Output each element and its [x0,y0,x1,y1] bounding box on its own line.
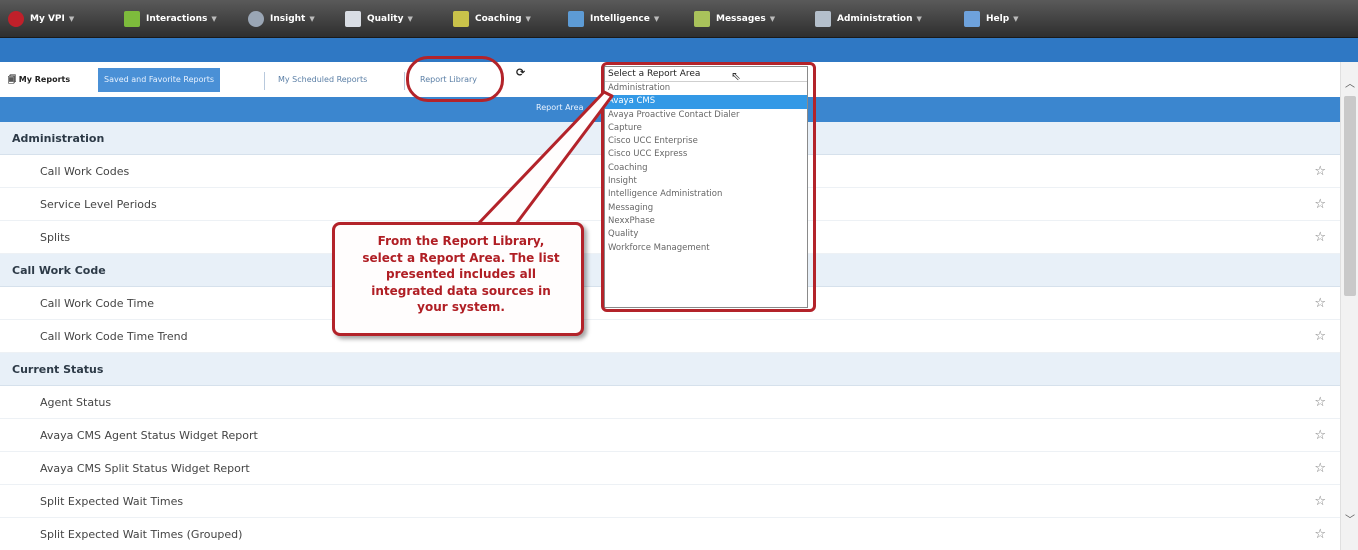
report-row[interactable]: Avaya CMS Agent Status Widget Report ☆ [0,419,1340,452]
help-book-icon [964,11,980,27]
tab-divider [264,72,265,90]
tab-scheduled-reports[interactable]: My Scheduled Reports [272,68,373,92]
annotation-box-dropdown [601,62,816,312]
chevron-down-icon: ▼ [525,15,531,23]
favorite-star-icon[interactable]: ☆ [1314,155,1326,188]
favorite-star-icon[interactable]: ☆ [1314,287,1326,320]
scrollbar-thumb[interactable] [1344,96,1356,296]
nav-intelligence[interactable]: Intelligence ▼ [568,0,659,38]
favorite-star-icon[interactable]: ☆ [1314,485,1326,518]
scroll-down-icon[interactable]: ﹀ [1341,512,1358,530]
report-row[interactable]: Avaya CMS Split Status Widget Report ☆ [0,452,1340,485]
vpi-logo-icon [8,11,24,27]
report-row[interactable]: Call Work Code Time Trend ☆ [0,320,1340,353]
nav-my-vpi[interactable]: My VPI ▼ [8,0,74,38]
chevron-down-icon: ▼ [916,15,922,23]
intelligence-chart-icon [568,11,584,27]
tab-my-reports[interactable]: 🗐 My Reports [2,68,77,92]
report-area-header-title: Report Area [536,103,584,112]
chevron-down-icon: ▼ [407,15,413,23]
admin-clipboard-icon [815,11,831,27]
chevron-down-icon: ▼ [769,15,776,23]
group-header: Current Status [0,353,1340,386]
nav-quality[interactable]: Quality ▼ [345,0,413,38]
insight-icon [248,11,264,27]
tab-divider [404,72,405,90]
favorite-star-icon[interactable]: ☆ [1314,518,1326,550]
favorite-star-icon[interactable]: ☆ [1314,320,1326,353]
nav-help[interactable]: Help ▼ [964,0,1019,38]
favorite-star-icon[interactable]: ☆ [1314,221,1326,254]
favorite-star-icon[interactable]: ☆ [1314,188,1326,221]
vertical-scrollbar[interactable]: ︿ ﹀ [1340,62,1358,550]
callout-text: From the Report Library, select a Report… [362,234,560,314]
report-row[interactable]: Split Expected Wait Times (Grouped) ☆ [0,518,1340,550]
report-row[interactable]: Split Expected Wait Times ☆ [0,485,1340,518]
chevron-down-icon: ▼ [211,15,217,23]
messages-icon [694,11,710,27]
report-row[interactable]: Agent Status ☆ [0,386,1340,419]
refresh-icon[interactable]: ⟳ [516,66,525,79]
favorite-star-icon[interactable]: ☆ [1314,419,1326,452]
top-navigation-bar: My VPI ▼ Interactions ▼ Insight ▼ Quality ▼ … [0,0,1358,38]
report-icon: 🗐 [8,75,16,84]
instruction-callout: From the Report Library, select a Report… [332,222,584,336]
coaching-board-icon [453,11,469,27]
nav-administration[interactable]: Administration ▼ [815,0,922,38]
nav-insight[interactable]: Insight ▼ [248,0,315,38]
favorite-star-icon[interactable]: ☆ [1314,386,1326,419]
tab-saved-favorite-reports[interactable]: Saved and Favorite Reports [98,68,221,92]
favorite-star-icon[interactable]: ☆ [1314,452,1326,485]
nav-messages[interactable]: Messages ▼ [694,0,775,38]
nav-coaching[interactable]: Coaching ▼ [453,0,531,38]
annotation-circle-report-library [406,56,504,102]
chevron-down-icon: ▼ [1013,15,1019,23]
chart-people-icon [124,11,140,27]
scroll-up-icon[interactable]: ︿ [1341,76,1358,94]
checklist-icon [345,11,361,27]
nav-interactions[interactable]: Interactions ▼ [124,0,217,38]
chevron-down-icon: ▼ [68,15,75,23]
nav-accent-band [0,38,1358,62]
chevron-down-icon: ▼ [309,15,315,23]
chevron-down-icon: ▼ [653,15,660,23]
